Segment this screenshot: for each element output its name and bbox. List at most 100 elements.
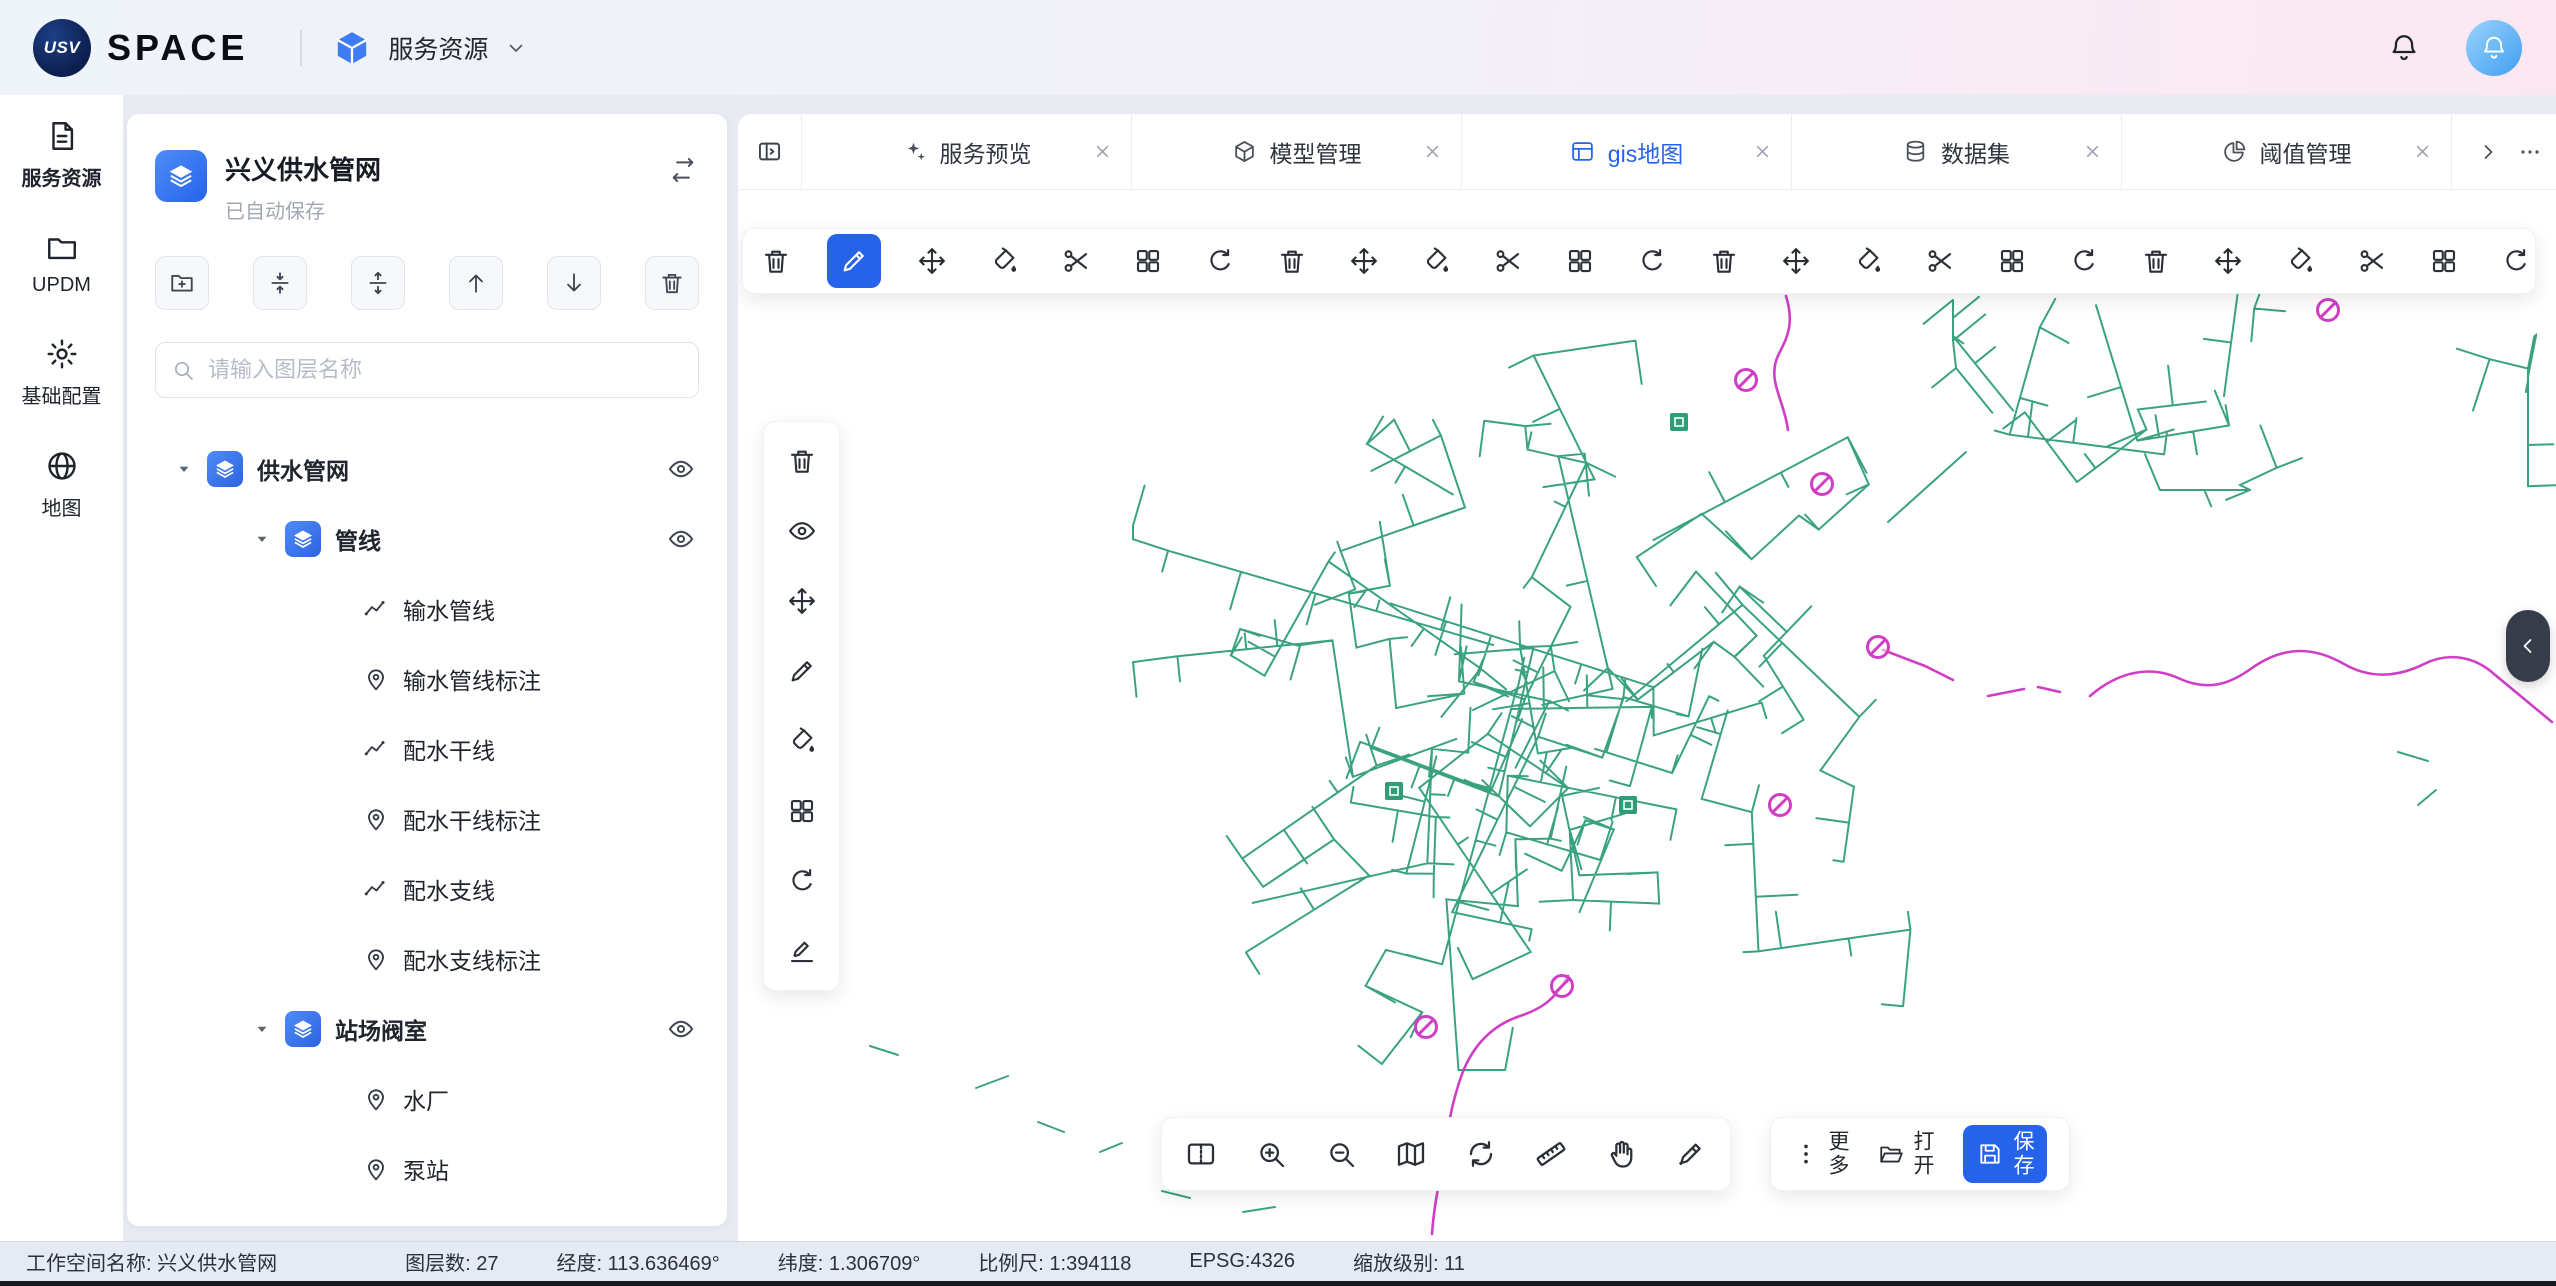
collapse-panel-button[interactable]: [2506, 610, 2550, 682]
toolbar-button[interactable]: [763, 776, 840, 846]
toolbar-button[interactable]: [763, 846, 840, 916]
toolbar-button[interactable]: [2351, 234, 2393, 288]
close-icon[interactable]: [2412, 141, 2433, 162]
toolbar-button[interactable]: [1055, 234, 1097, 288]
layer-tree-row[interactable]: 站场阀室: [155, 994, 699, 1064]
avatar[interactable]: [2466, 20, 2522, 76]
nav-rail-item[interactable]: 基础配置: [0, 337, 123, 409]
toolbar-button[interactable]: [1127, 234, 1169, 288]
toolbar-button[interactable]: [1250, 1127, 1292, 1181]
layer-tree-row[interactable]: 输水管线: [155, 574, 699, 644]
toolbar-button[interactable]: [1415, 234, 1457, 288]
layer-panel-button[interactable]: [253, 256, 307, 310]
toolbar-button[interactable]: [1271, 234, 1313, 288]
more-button[interactable]: 更多: [1793, 1130, 1848, 1178]
caret-down-icon[interactable]: [253, 530, 271, 548]
close-icon[interactable]: [1092, 141, 1113, 162]
more-button-label: 更多: [1827, 1130, 1848, 1178]
toolbar-button[interactable]: [1991, 234, 2033, 288]
toolbar-button[interactable]: [2207, 234, 2249, 288]
swap-workspace-icon[interactable]: [669, 156, 697, 184]
toolbar-button[interactable]: [763, 426, 840, 496]
app-switcher[interactable]: 服务资源: [332, 28, 528, 68]
toolbar-button[interactable]: [763, 496, 840, 566]
nav-rail-item[interactable]: 服务资源: [0, 119, 123, 191]
layer-panel-button[interactable]: [155, 256, 209, 310]
panel-toggle-icon[interactable]: [738, 114, 802, 189]
layer-tree-row[interactable]: 泵站: [155, 1134, 699, 1204]
tab[interactable]: gis地图: [1462, 114, 1792, 189]
close-icon[interactable]: [1752, 141, 1773, 162]
toolbar-button[interactable]: [1670, 1127, 1712, 1181]
tab[interactable]: 模型管理: [1132, 114, 1462, 189]
toolbar-button[interactable]: [911, 234, 953, 288]
status-item: 工作空间名称: 兴义供水管网: [26, 1247, 277, 1276]
toolbar-button[interactable]: [1775, 234, 1817, 288]
toolbar-button[interactable]: [1530, 1127, 1572, 1181]
layer-tree-row[interactable]: 配水干线: [155, 714, 699, 784]
tabs-more-icon[interactable]: [2518, 140, 2542, 164]
layer-tree-row[interactable]: 配水干线标注: [155, 784, 699, 854]
toolbar-button[interactable]: [1631, 234, 1673, 288]
layer-tree-row[interactable]: 配水支线标注: [155, 924, 699, 994]
close-icon[interactable]: [1422, 141, 1443, 162]
pen-icon: [1675, 1138, 1707, 1170]
layer-search-input[interactable]: [155, 342, 699, 398]
nav-rail-item[interactable]: UPDM: [0, 231, 123, 297]
toolbar-button[interactable]: [1487, 234, 1529, 288]
notification-bell-icon[interactable]: [2388, 32, 2420, 64]
edit-icon: [787, 656, 817, 686]
toolbar-button[interactable]: [1919, 234, 1961, 288]
toolbar-button[interactable]: [1180, 1127, 1222, 1181]
status-item: 比例尺: 1:394118: [978, 1247, 1131, 1276]
layer-panel-button[interactable]: [449, 256, 503, 310]
tab[interactable]: 数据集: [1792, 114, 2122, 189]
layer-panel-button[interactable]: [547, 256, 601, 310]
caret-down-icon[interactable]: [175, 460, 193, 478]
map-canvas[interactable]: [738, 190, 2556, 1241]
toolbar-button[interactable]: [1460, 1127, 1502, 1181]
toolbar-button[interactable]: [763, 706, 840, 776]
toolbar-button[interactable]: [983, 234, 1025, 288]
trash-icon: [1277, 246, 1307, 276]
eye-icon[interactable]: [667, 455, 695, 483]
toolbar-button[interactable]: [1343, 234, 1385, 288]
toolbar-button[interactable]: [1600, 1127, 1642, 1181]
refresh-icon: [1465, 1138, 1497, 1170]
toolbar-button[interactable]: [2135, 234, 2177, 288]
toolbar-button[interactable]: [2063, 234, 2105, 288]
toolbar-button[interactable]: [2495, 234, 2536, 288]
layer-tree-row[interactable]: 管线: [155, 504, 699, 574]
tabs-scroll-right-icon[interactable]: [2476, 140, 2500, 164]
close-icon[interactable]: [2082, 141, 2103, 162]
pie-icon: [2222, 139, 2247, 164]
toolbar-button[interactable]: [763, 916, 840, 986]
toolbar-button[interactable]: [1199, 234, 1241, 288]
toolbar-button[interactable]: [1847, 234, 1889, 288]
layer-tree-row[interactable]: 水厂: [155, 1064, 699, 1134]
open-button[interactable]: 打开: [1878, 1130, 1933, 1178]
caret-down-icon[interactable]: [253, 1020, 271, 1038]
layer-tree-row[interactable]: 配水支线: [155, 854, 699, 924]
toolbar-button[interactable]: [1320, 1127, 1362, 1181]
toolbar-button[interactable]: [1703, 234, 1745, 288]
toolbar-button[interactable]: [2423, 234, 2465, 288]
layer-tree-row[interactable]: 供水管网: [155, 434, 699, 504]
cut-icon: [1493, 246, 1523, 276]
layer-panel-button[interactable]: [645, 256, 699, 310]
toolbar-button[interactable]: [1559, 234, 1601, 288]
nav-rail-item[interactable]: 地图: [0, 449, 123, 521]
tab[interactable]: 服务预览: [802, 114, 1132, 189]
toolbar-button[interactable]: [755, 234, 797, 288]
save-button[interactable]: 保存: [1963, 1125, 2047, 1183]
layer-tree-row[interactable]: 输水管线标注: [155, 644, 699, 714]
toolbar-button[interactable]: [1390, 1127, 1432, 1181]
toolbar-button[interactable]: [763, 636, 840, 706]
toolbar-button[interactable]: [827, 234, 881, 288]
layer-panel-button[interactable]: [351, 256, 405, 310]
eye-icon[interactable]: [667, 525, 695, 553]
tab[interactable]: 阈值管理: [2122, 114, 2452, 189]
toolbar-button[interactable]: [2279, 234, 2321, 288]
toolbar-button[interactable]: [763, 566, 840, 636]
eye-icon[interactable]: [667, 1015, 695, 1043]
